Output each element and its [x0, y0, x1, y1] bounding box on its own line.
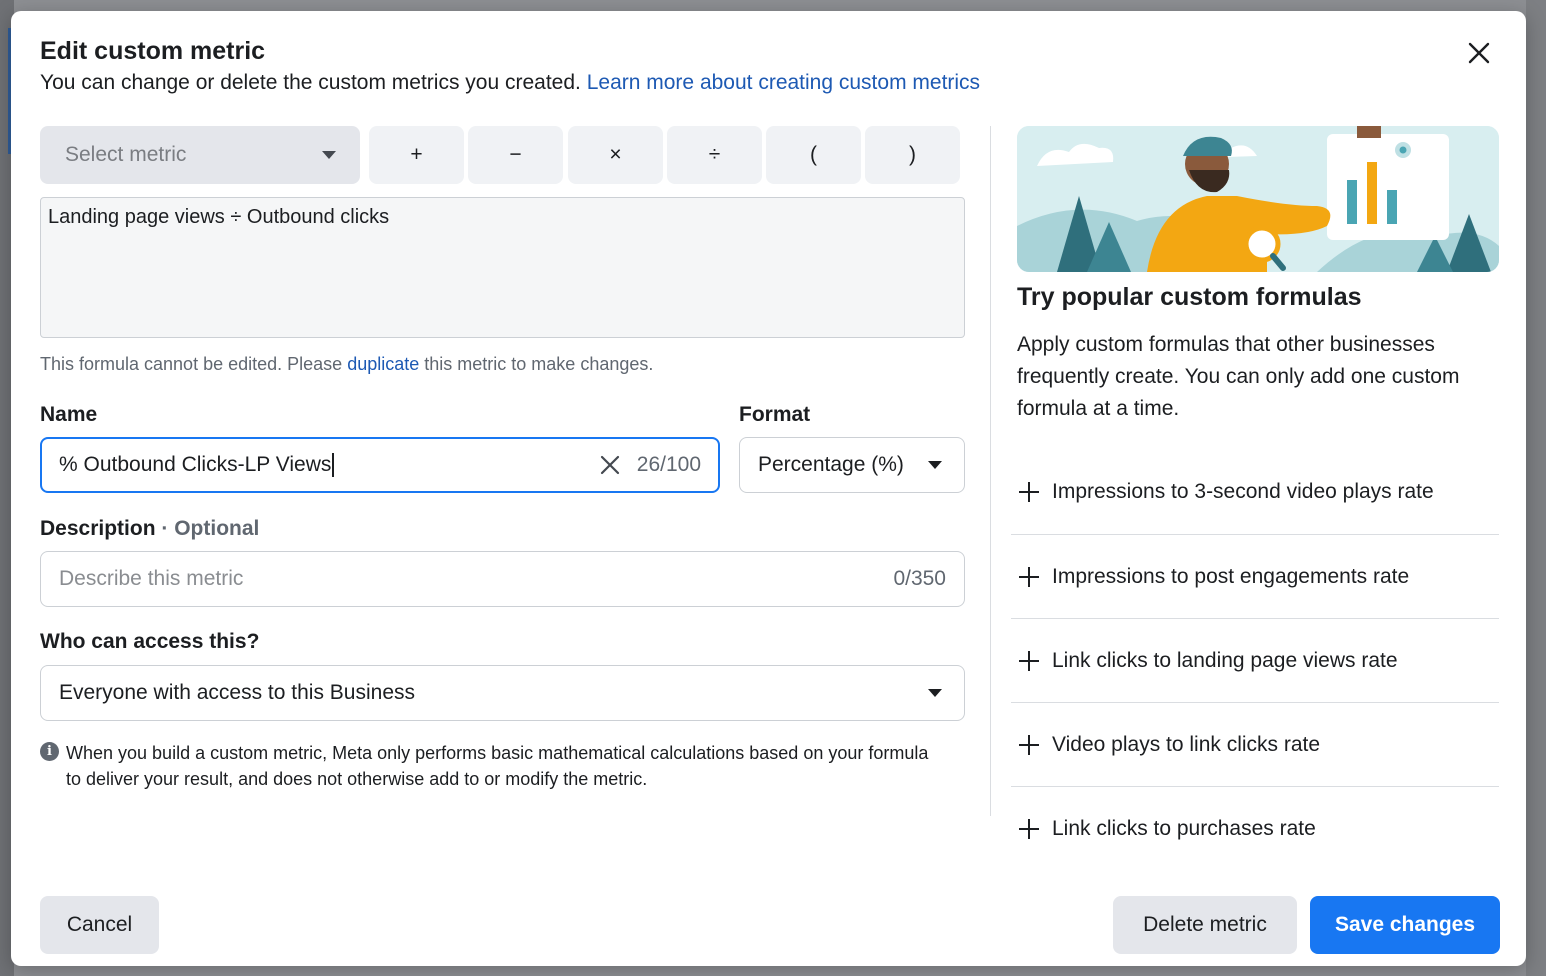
save-changes-button[interactable]: Save changes [1310, 896, 1500, 954]
dialog-title: Edit custom metric [40, 37, 266, 65]
name-input-value-wrap: % Outbound Clicks-LP Views [59, 452, 597, 478]
popular-formula-label: Video plays to link clicks rate [1052, 733, 1321, 756]
optional-label: · Optional [161, 517, 260, 540]
clear-icon [600, 455, 619, 475]
formula-note-prefix: This formula cannot be edited. Please [40, 354, 343, 374]
operator-close-paren-button[interactable]: ) [865, 126, 960, 184]
operator-open-paren-button[interactable]: ( [766, 126, 861, 184]
column-divider [990, 126, 991, 816]
formula-note: This formula cannot be edited. Please du… [40, 354, 653, 375]
select-metric-placeholder: Select metric [65, 143, 187, 166]
caret-down-icon [322, 151, 336, 159]
dialog-subtitle: You can change or delete the custom metr… [40, 71, 980, 95]
access-dropdown[interactable]: Everyone with access to this Business [40, 665, 965, 721]
learn-more-link[interactable]: Learn more about creating custom metrics [587, 71, 980, 94]
operator-plus-button[interactable]: + [369, 126, 464, 184]
plus-icon [1019, 651, 1039, 671]
popular-formula-item[interactable]: Link clicks to landing page views rate [1011, 619, 1499, 703]
description-placeholder: Describe this metric [59, 567, 244, 590]
duplicate-link[interactable]: duplicate [347, 354, 419, 374]
name-input-value: % Outbound Clicks-LP Views [59, 452, 332, 476]
popular-formula-label: Impressions to post engagements rate [1052, 565, 1410, 588]
description-label: Description · Optional [40, 517, 259, 541]
delete-metric-button[interactable]: Delete metric [1113, 896, 1297, 954]
name-label: Name [40, 403, 98, 426]
popular-formula-label: Impressions to 3-second video plays rate [1052, 480, 1434, 503]
access-value: Everyone with access to this Business [59, 681, 415, 704]
operator-divide-button[interactable]: ÷ [667, 126, 762, 184]
caret-down-icon [928, 689, 942, 697]
close-icon [1468, 42, 1490, 64]
access-label: Who can access this? [40, 630, 260, 653]
close-button[interactable] [1463, 37, 1495, 69]
format-value: Percentage (%) [758, 453, 904, 476]
popular-formula-label: Link clicks to purchases rate [1052, 817, 1316, 840]
caret-down-icon [928, 461, 942, 469]
description-input[interactable]: Describe this metric 0/350 [40, 551, 965, 607]
edit-custom-metric-dialog: Edit custom metric You can change or del… [11, 11, 1526, 966]
plus-icon [1019, 482, 1039, 502]
background-table-edge [1526, 0, 1546, 976]
hero-illustration [1017, 126, 1499, 272]
plus-icon [1019, 735, 1039, 755]
disclaimer: i When you build a custom metric, Meta o… [40, 740, 940, 792]
disclaimer-text: When you build a custom metric, Meta onl… [66, 743, 929, 789]
operator-multiply-button[interactable]: × [568, 126, 663, 184]
description-label-text: Description [40, 517, 156, 540]
formula-note-suffix: this metric to make changes. [424, 354, 654, 374]
select-metric-dropdown[interactable]: Select metric [40, 126, 360, 184]
operator-minus-button[interactable]: − [468, 126, 563, 184]
popular-formula-item[interactable]: Impressions to post engagements rate [1011, 535, 1499, 619]
illustration-graphic [1017, 126, 1499, 272]
popular-formulas-description: Apply custom formulas that other busines… [1017, 333, 1460, 420]
formula-editor: Landing page views ÷ Outbound clicks [40, 197, 965, 338]
plus-icon [1019, 819, 1039, 839]
dialog-subtitle-text: You can change or delete the custom metr… [40, 71, 581, 94]
text-cursor [332, 453, 335, 478]
name-input[interactable]: % Outbound Clicks-LP Views 26/100 [40, 437, 720, 493]
clear-button[interactable] [597, 452, 623, 478]
popular-formula-item[interactable]: Impressions to 3-second video plays rate [1011, 450, 1499, 534]
format-dropdown[interactable]: Percentage (%) [739, 437, 965, 493]
description-char-count: 0/350 [893, 567, 946, 590]
cancel-button[interactable]: Cancel [40, 896, 159, 954]
popular-formulas-title: Try popular custom formulas [1017, 283, 1362, 311]
popular-formula-item[interactable]: Link clicks to purchases rate [1011, 787, 1499, 871]
name-char-count: 26/100 [636, 453, 701, 476]
info-icon: i [40, 742, 59, 761]
formula-text: Landing page views ÷ Outbound clicks [48, 206, 390, 228]
format-label: Format [739, 403, 811, 426]
plus-icon [1019, 567, 1039, 587]
popular-formula-label: Link clicks to landing page views rate [1052, 649, 1398, 672]
popular-formula-item[interactable]: Video plays to link clicks rate [1011, 703, 1499, 787]
